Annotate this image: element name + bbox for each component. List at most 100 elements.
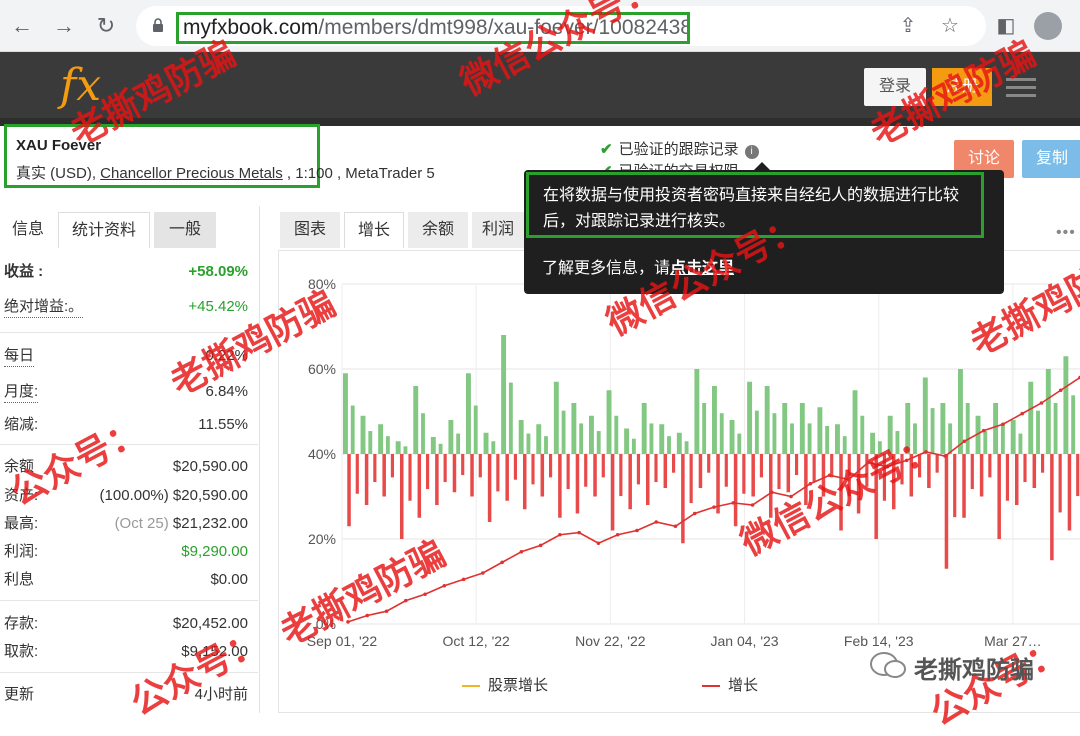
info-icon[interactable]: i [744, 145, 759, 159]
bar-gain [614, 415, 619, 454]
bar-gain [589, 415, 594, 454]
growth-point [538, 543, 543, 548]
bar-gain [448, 420, 454, 454]
bar-gain [579, 423, 584, 454]
bar-gain [403, 446, 408, 454]
growth-point [481, 571, 485, 575]
reload-icon[interactable]: ↻ [92, 12, 120, 40]
bar-gain [659, 424, 665, 454]
divider [0, 600, 258, 601]
bar-loss [1023, 454, 1027, 483]
bar-loss [619, 454, 623, 497]
bar-gain [983, 431, 988, 454]
star-icon[interactable]: ☆ [938, 14, 962, 38]
bar-gain [596, 431, 601, 454]
growth-point [558, 532, 562, 537]
copy-button[interactable]: 复制 [1022, 140, 1080, 178]
bar-loss [610, 454, 615, 531]
stat-label: 更新 [4, 686, 35, 703]
account-info: 真实 (USD), Chancellor Precious Metals , 1… [16, 162, 435, 183]
bar-loss [751, 454, 755, 497]
bar-loss [558, 454, 562, 518]
bar-loss [487, 454, 492, 522]
bar-loss [593, 454, 597, 497]
bar-gain [1018, 433, 1023, 454]
bar-loss [478, 454, 482, 478]
bar-loss [540, 454, 545, 497]
bar-loss [575, 454, 580, 514]
stat-label: 收益 : [4, 263, 44, 280]
bar-loss [1050, 454, 1054, 561]
back-icon[interactable]: ← [8, 12, 36, 40]
bar-gain [456, 433, 461, 454]
bar-gain [350, 405, 355, 454]
bar-gain [958, 369, 963, 454]
stat-label: 缩减: [4, 416, 39, 433]
tab-profit[interactable]: 利润 [472, 212, 524, 248]
stat-label: 每日 [4, 346, 35, 367]
growth-point [769, 490, 774, 495]
tab-balance[interactable]: 余额 [408, 212, 468, 248]
bar-loss [470, 454, 474, 497]
tab-chart[interactable]: 图表 [280, 212, 340, 248]
broker-link[interactable]: Chancellor Precious Metals [100, 165, 283, 182]
growth-point [654, 520, 659, 524]
stat-label: 利润: [4, 543, 39, 560]
bar-loss [716, 454, 720, 514]
bar-gain [473, 405, 478, 454]
tab-info[interactable]: 信息 [0, 212, 56, 248]
stat-interest: 利息 $0.00 [4, 567, 248, 593]
growth-point [635, 528, 639, 533]
bar-gain [1063, 356, 1069, 454]
stat-label: 最高: [4, 515, 39, 532]
legend-marker [462, 685, 480, 688]
more-options-icon[interactable]: ••• [1056, 224, 1076, 242]
bar-loss [671, 454, 676, 473]
stat-value: $0.00 [210, 571, 248, 588]
bar-gain [1071, 395, 1076, 454]
share-icon[interactable]: ⇪ [896, 14, 920, 38]
stat-label: 存款: [4, 615, 39, 632]
stat-profit: 利润: $9,290.00 [4, 539, 248, 565]
bar-loss [1058, 454, 1062, 513]
y-tick-label: 20% [308, 531, 336, 547]
y-tick-label: 40% [308, 446, 336, 462]
x-tick-label: Feb 14, '23 [844, 633, 914, 649]
growth-point [692, 511, 697, 516]
tab-growth[interactable]: 增长 [344, 212, 404, 248]
bar-loss [698, 454, 703, 488]
growth-point [1020, 411, 1025, 416]
x-tick-label: Jan 04, '23 [711, 633, 779, 649]
bar-loss [531, 454, 535, 485]
tab-statistics[interactable]: 统计资料 [58, 212, 150, 248]
stat-value: 11.55% [198, 416, 248, 433]
bar-loss [654, 454, 658, 483]
bar-gain [825, 425, 830, 454]
bar-loss [628, 454, 632, 510]
profile-avatar[interactable] [1034, 12, 1062, 40]
bar-gain [1053, 403, 1058, 454]
forward-icon[interactable]: → [50, 12, 78, 40]
x-tick-label: Oct 12, '22 [443, 633, 510, 649]
bar-gain [624, 428, 630, 454]
bar-gain [553, 381, 559, 454]
bar-gain [729, 420, 735, 454]
verified-track-record: ✔ 已验证的跟踪记录 i [600, 138, 759, 159]
bar-gain [948, 423, 953, 454]
bar-gain [737, 433, 742, 454]
bar-loss [997, 454, 1001, 539]
stat-highest: 最高: (Oct 25) $21,232.00 [4, 511, 248, 537]
tab-general[interactable]: 一般 [154, 212, 216, 248]
bar-loss [399, 454, 404, 539]
bar-gain [817, 407, 823, 454]
bar-gain [343, 373, 348, 454]
bar-loss [452, 454, 457, 493]
bar-gain [649, 423, 654, 454]
bar-gain [772, 413, 777, 454]
growth-point [615, 532, 620, 537]
bar-loss [443, 454, 447, 483]
bar-loss [759, 454, 764, 478]
legend-marker [702, 685, 720, 688]
bar-loss [636, 454, 641, 485]
growth-point [500, 560, 504, 565]
